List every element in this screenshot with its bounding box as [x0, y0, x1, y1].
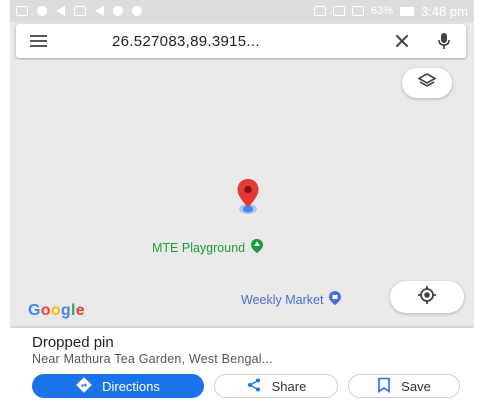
place-info-sheet[interactable]: Dropped pin Near Mathura Tea Garden, Wes…: [10, 328, 474, 406]
layers-icon: [417, 72, 437, 94]
action-buttons: Directions Share Save: [32, 374, 460, 398]
share-button[interactable]: Share: [214, 374, 338, 398]
share-label: Share: [271, 378, 307, 394]
poi-label: Weekly Market: [241, 292, 324, 307]
poi-mte-playground[interactable]: MTE Playground: [152, 238, 265, 257]
weather-icon: [37, 6, 47, 16]
screenshot-icon: [16, 6, 28, 16]
bookmark-icon: [377, 377, 391, 396]
my-location-button[interactable]: [390, 281, 464, 313]
microphone-icon[interactable]: [422, 24, 466, 58]
status-bar: 63% 3:48 pm: [10, 0, 474, 22]
close-icon[interactable]: [382, 24, 422, 58]
directions-label: Directions: [102, 378, 160, 394]
status-left-icons: [16, 6, 142, 16]
place-subtitle: Near Mathura Tea Garden, West Bengal...: [32, 352, 273, 366]
shopping-pin-icon: [327, 290, 343, 309]
back-notification-icon: [56, 6, 65, 16]
directions-icon: [76, 376, 92, 396]
sim-icon: [332, 6, 345, 16]
svg-text:Google: Google: [28, 302, 85, 319]
phone-screen: 63% 3:48 pm 26.527083,89.3915... MTE Pla…: [10, 0, 474, 406]
place-title: Dropped pin: [32, 334, 114, 351]
vibrate-icon: [313, 6, 326, 16]
poi-label: MTE Playground: [152, 240, 246, 255]
save-label: Save: [401, 378, 431, 394]
search-bar[interactable]: 26.527083,89.3915...: [16, 24, 466, 58]
send-icon: [95, 6, 104, 16]
menu-icon[interactable]: [16, 24, 60, 58]
poi-weekly-market[interactable]: Weekly Market: [241, 290, 343, 309]
battery-icon: [400, 6, 415, 16]
park-pin-icon: [249, 238, 265, 257]
battery-percent: 63%: [370, 5, 394, 17]
crosshair-location-icon: [417, 285, 437, 310]
google-logo-wordmark: Google: [28, 302, 85, 319]
dropped-pin-icon[interactable]: [236, 178, 260, 210]
gallery-icon: [74, 6, 86, 16]
save-button[interactable]: Save: [348, 374, 460, 398]
layers-button[interactable]: [402, 68, 452, 98]
chat-icon: [113, 6, 123, 16]
signal-icon: [351, 6, 364, 16]
map-canvas[interactable]: MTE Playground Weekly Market Google: [10, 60, 474, 326]
search-query[interactable]: 26.527083,89.3915...: [60, 33, 382, 50]
location-status-icon: [132, 6, 142, 16]
status-right-icons: 63% 3:48 pm: [313, 3, 468, 19]
clock: 3:48 pm: [421, 3, 468, 19]
share-icon: [246, 377, 262, 396]
directions-button[interactable]: Directions: [32, 374, 204, 398]
google-logo: Google: [28, 300, 116, 324]
